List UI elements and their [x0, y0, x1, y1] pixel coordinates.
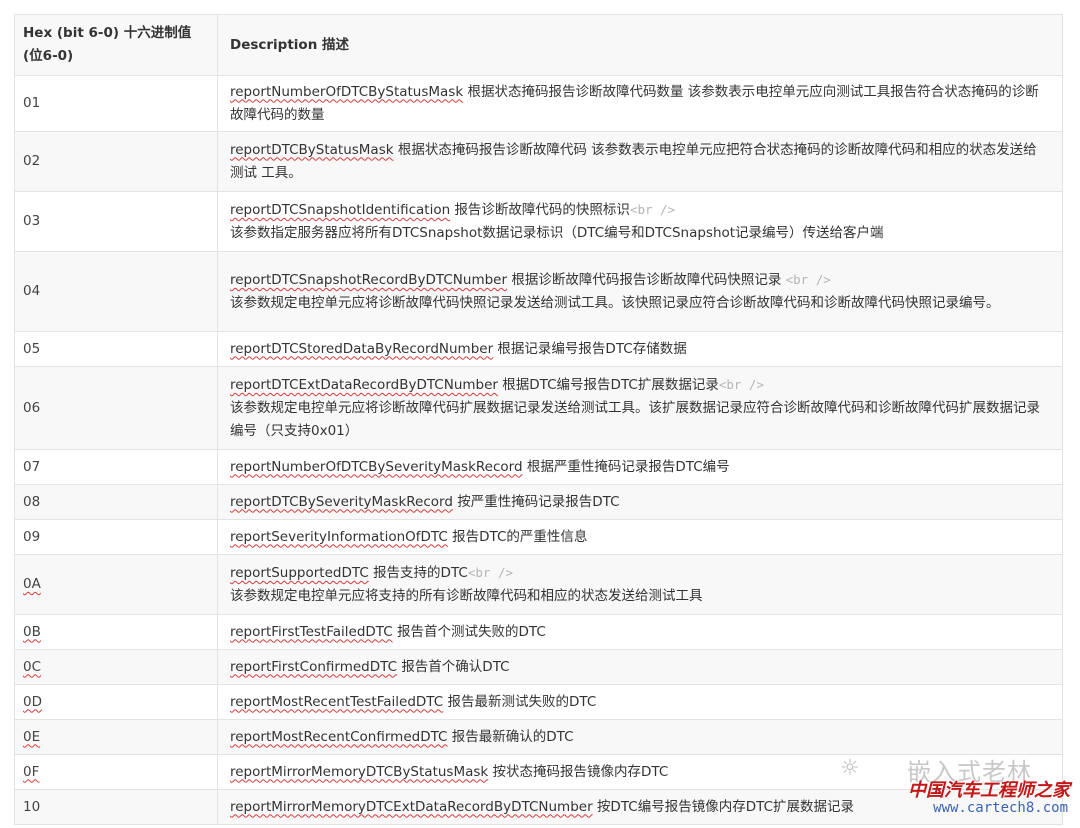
- description-text: 报告诊断故障代码的快照标识: [454, 202, 630, 218]
- hex-cell: 07: [14, 449, 218, 485]
- subfunction-name: reportDTCBySeverityMaskRecord: [230, 493, 453, 510]
- hex-cell: 0D: [14, 684, 218, 720]
- description-text: 报告最新测试失败的DTC: [447, 693, 597, 710]
- watermark: ☼ 嵌入式老林 中国汽车工程师之家 www.cartech8.com: [840, 752, 1070, 822]
- description-cell: reportNumberOfDTCByStatusMask 根据状态掩码报告诊断…: [217, 75, 1063, 132]
- description-detail: 该参数指定服务器应将所有DTCSnapshot数据记录标识（DTC编号和DTCS…: [230, 225, 884, 241]
- header-hex: Hex (bit 6-0) 十六进制值 (位6-0): [14, 14, 218, 76]
- table-row: 08 reportDTCBySeverityMaskRecord 按严重性掩码记…: [14, 484, 1063, 520]
- hex-cell: 02: [14, 131, 218, 192]
- description-text: 报告首个确认DTC: [401, 658, 510, 675]
- description-text: 报告首个测试失败的DTC: [396, 623, 546, 640]
- hex-value: 0F: [23, 763, 40, 780]
- description-text: 根据严重性掩码记录报告DTC编号: [526, 458, 730, 475]
- description-cell: reportDTCSnapshotIdentification 报告诊断故障代码…: [217, 191, 1063, 252]
- description-text: 根据DTC编号报告DTC扩展数据记录: [502, 377, 719, 393]
- hex-value: 0B: [23, 623, 41, 640]
- br-tag: <br />: [718, 377, 764, 392]
- hex-value: 0D: [23, 693, 42, 710]
- hex-cell: 05: [14, 331, 218, 367]
- table-row: 0B reportFirstTestFailedDTC 报告首个测试失败的DTC: [14, 614, 1063, 650]
- header-description: Description 描述: [217, 14, 1063, 76]
- description-cell: reportDTCBySeverityMaskRecord 按严重性掩码记录报告…: [217, 484, 1063, 520]
- hex-cell: 03: [14, 191, 218, 252]
- hex-cell: 0E: [14, 719, 218, 755]
- table-row: 0A reportSupportedDTC 报告支持的DTC<br /> 该参数规…: [14, 554, 1063, 615]
- table-row: 07 reportNumberOfDTCBySeverityMaskRecord…: [14, 449, 1063, 485]
- description-text: 根据诊断故障代码报告诊断故障代码快照记录: [511, 272, 782, 288]
- description-detail: 该参数规定电控单元应将支持的所有诊断故障代码和相应的状态发送给测试工具: [230, 588, 703, 604]
- description-cell: reportDTCExtDataRecordByDTCNumber 根据DTC编…: [217, 366, 1063, 450]
- watermark-site-name: 中国汽车工程师之家: [908, 780, 1070, 801]
- subfunction-name: reportFirstConfirmedDTC: [230, 658, 398, 675]
- dtc-subfunction-table: Hex (bit 6-0) 十六进制值 (位6-0) Description 描…: [14, 14, 1063, 825]
- subfunction-name: reportDTCSnapshotRecordByDTCNumber: [230, 272, 508, 288]
- description-cell: reportDTCSnapshotRecordByDTCNumber 根据诊断故…: [217, 251, 1063, 332]
- hex-cell: 04: [14, 251, 218, 332]
- description-text: 按状态掩码报告镜像内存DTC: [492, 763, 669, 780]
- table-row: 0C reportFirstConfirmedDTC 报告首个确认DTC: [14, 649, 1063, 685]
- hex-cell: 0F: [14, 754, 218, 790]
- watermark-url: www.cartech8.com: [933, 800, 1068, 816]
- hex-value: 0E: [23, 728, 41, 745]
- wechat-icon: ☼: [840, 756, 860, 781]
- description-text: 报告最新确认的DTC: [451, 728, 574, 745]
- description-cell: reportDTCStoredDataByRecordNumber 根据记录编号…: [217, 331, 1063, 367]
- description-text: 根据记录编号报告DTC存储数据: [497, 340, 687, 357]
- description-cell: reportFirstConfirmedDTC 报告首个确认DTC: [217, 649, 1063, 685]
- description-text: 报告DTC的严重性信息: [452, 528, 588, 545]
- hex-cell: 0B: [14, 614, 218, 650]
- description-cell: reportNumberOfDTCBySeverityMaskRecord 根据…: [217, 449, 1063, 485]
- hex-cell: 0A: [14, 554, 218, 615]
- hex-cell: 01: [14, 75, 218, 132]
- subfunction-name: reportSeverityInformationOfDTC: [230, 528, 448, 545]
- description-cell: reportDTCByStatusMask 根据状态掩码报告诊断故障代码 该参数…: [217, 131, 1063, 192]
- subfunction-name: reportDTCStoredDataByRecordNumber: [230, 340, 494, 357]
- subfunction-name: reportNumberOfDTCBySeverityMaskRecord: [230, 458, 523, 475]
- description-cell: reportSeverityInformationOfDTC 报告DTC的严重性…: [217, 519, 1063, 555]
- hex-cell: 06: [14, 366, 218, 450]
- subfunction-name: reportDTCSnapshotIdentification: [230, 202, 451, 218]
- subfunction-name: reportDTCByStatusMask: [230, 141, 394, 158]
- hex-cell: 08: [14, 484, 218, 520]
- table-header-row: Hex (bit 6-0) 十六进制值 (位6-0) Description 描…: [14, 14, 1063, 76]
- subfunction-name: reportMirrorMemoryDTCByStatusMask: [230, 763, 489, 780]
- description-cell: reportFirstTestFailedDTC 报告首个测试失败的DTC: [217, 614, 1063, 650]
- description-detail: 该参数规定电控单元应将诊断故障代码扩展数据记录发送给测试工具。该扩展数据记录应符…: [230, 400, 1040, 439]
- table-row: 01 reportNumberOfDTCByStatusMask 根据状态掩码报…: [14, 75, 1063, 132]
- hex-cell: 09: [14, 519, 218, 555]
- hex-value: 0C: [23, 658, 42, 675]
- description-detail: 该参数规定电控单元应将诊断故障代码快照记录发送给测试工具。该快照记录应符合诊断故…: [230, 295, 1000, 311]
- subfunction-name: reportMostRecentTestFailedDTC: [230, 693, 444, 710]
- hex-cell: 0C: [14, 649, 218, 685]
- subfunction-name: reportSupportedDTC: [230, 565, 369, 581]
- subfunction-name: reportMostRecentConfirmedDTC: [230, 728, 448, 745]
- br-tag: <br />: [629, 202, 676, 217]
- subfunction-name: reportNumberOfDTCByStatusMask: [230, 83, 464, 100]
- subfunction-name: reportFirstTestFailedDTC: [230, 623, 393, 640]
- table-row: 03 reportDTCSnapshotIdentification 报告诊断故…: [14, 191, 1063, 252]
- table-row: 04 reportDTCSnapshotRecordByDTCNumber 根据…: [14, 251, 1063, 332]
- subfunction-name: reportMirrorMemoryDTCExtDataRecordByDTCN…: [230, 798, 593, 815]
- hex-cell: 10: [14, 789, 218, 825]
- table-row: 05 reportDTCStoredDataByRecordNumber 根据记…: [14, 331, 1063, 367]
- table-row: 0D reportMostRecentTestFailedDTC 报告最新测试失…: [14, 684, 1063, 720]
- br-tag: <br />: [467, 565, 513, 580]
- br-tag: <br />: [785, 272, 831, 287]
- description-cell: reportMostRecentConfirmedDTC 报告最新确认的DTC: [217, 719, 1063, 755]
- description-text: 按严重性掩码记录报告DTC: [457, 493, 620, 510]
- subfunction-name: reportDTCExtDataRecordByDTCNumber: [230, 377, 498, 393]
- description-cell: reportSupportedDTC 报告支持的DTC<br /> 该参数规定电控…: [217, 554, 1063, 615]
- description-text: 按DTC编号报告镜像内存DTC扩展数据记录: [596, 798, 854, 815]
- table-row: 09 reportSeverityInformationOfDTC 报告DTC的…: [14, 519, 1063, 555]
- table-row: 06 reportDTCExtDataRecordByDTCNumber 根据D…: [14, 366, 1063, 450]
- description-text: 报告支持的DTC: [373, 565, 468, 581]
- description-cell: reportMostRecentTestFailedDTC 报告最新测试失败的D…: [217, 684, 1063, 720]
- table-row: 0E reportMostRecentConfirmedDTC 报告最新确认的D…: [14, 719, 1063, 755]
- table-row: 02 reportDTCByStatusMask 根据状态掩码报告诊断故障代码 …: [14, 131, 1063, 192]
